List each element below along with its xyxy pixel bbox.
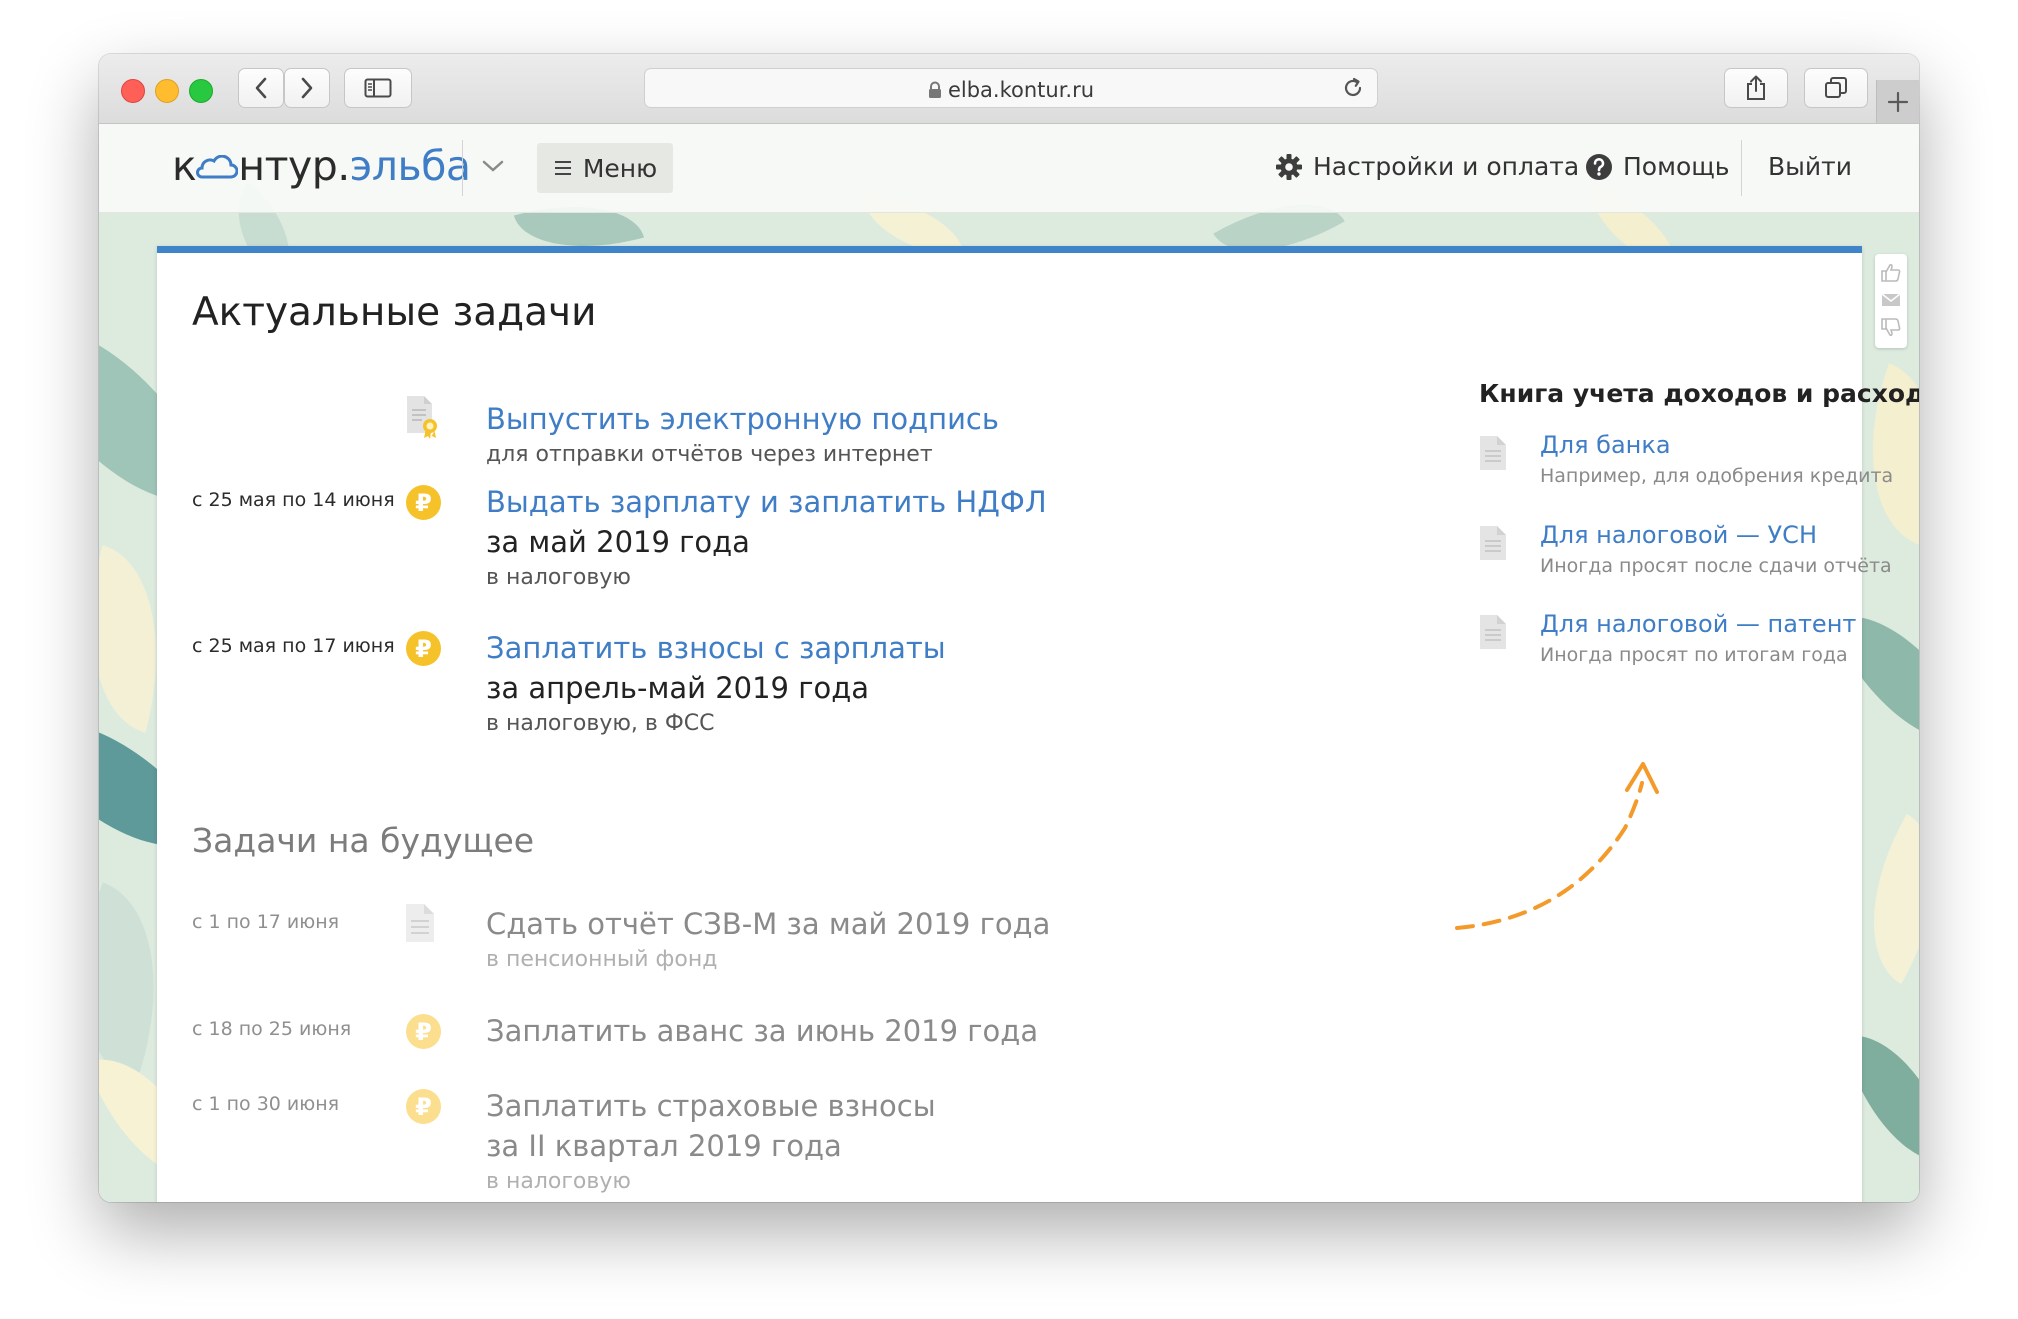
- task-date: с 18 по 25 июня: [192, 1018, 352, 1040]
- forward-button[interactable]: [284, 68, 330, 108]
- back-button[interactable]: [238, 68, 284, 108]
- hamburger-icon: [554, 161, 571, 175]
- forward-icon: [301, 77, 313, 99]
- thumbs-down-icon[interactable]: [1880, 318, 1902, 338]
- task-title: Сдать отчёт СЗВ-М за май 2019 года: [486, 907, 1051, 941]
- kontur-elba-logo[interactable]: к нтур.эльба: [172, 142, 471, 190]
- logo-text-elba: эльба: [349, 142, 471, 190]
- reload-icon[interactable]: [1341, 76, 1365, 100]
- task-title-link[interactable]: Заплатить взносы с зарплаты: [486, 631, 946, 665]
- logout-label: Выйти: [1768, 152, 1852, 181]
- document-icon: [1480, 436, 1506, 470]
- task-period: за май 2019 года: [486, 525, 750, 559]
- tasks-card: Актуальные задачи Выпустить электронную …: [157, 246, 1919, 1202]
- settings-label: Настройки и оплата: [1313, 152, 1580, 181]
- chevron-down-icon[interactable]: [480, 156, 506, 176]
- sidebar-button[interactable]: [344, 68, 412, 108]
- minimize-window-button[interactable]: [155, 79, 179, 103]
- address-url: elba.kontur.ru: [645, 78, 1377, 102]
- ruble-coin-icon: ₽: [406, 485, 441, 520]
- ruble-coin-icon: ₽: [406, 631, 441, 666]
- ledger-link-usn[interactable]: Для налоговой — УСН: [1540, 521, 1817, 549]
- address-bar[interactable]: elba.kontur.ru: [644, 68, 1378, 108]
- task-title: Заплатить аванс за июнь 2019 года: [486, 1014, 1039, 1048]
- plus-icon: [1887, 91, 1909, 112]
- cloud-logo-icon: [196, 154, 239, 179]
- current-tasks-heading: Актуальные задачи: [192, 290, 597, 335]
- menu-label: Меню: [582, 153, 658, 183]
- ruble-coin-icon: ₽: [406, 1014, 441, 1049]
- document-icon: [1480, 615, 1506, 649]
- dashed-arrow-icon: [1455, 762, 1659, 930]
- logo-text-kontur: нтур.: [238, 142, 350, 190]
- gear-icon: [1276, 153, 1302, 180]
- thumbs-up-icon[interactable]: [1880, 262, 1902, 282]
- ledger-link-bank[interactable]: Для банка: [1540, 431, 1671, 459]
- new-tab-button[interactable]: [1876, 80, 1919, 123]
- task-date: с 1 по 17 июня: [192, 911, 340, 933]
- app-header: к нтур.эльба Меню Настройки и оплата Пом…: [99, 124, 1919, 213]
- ledger-link-patent[interactable]: Для налоговой — патент: [1540, 610, 1856, 638]
- document-icon: [1480, 526, 1506, 560]
- future-tasks-heading: Задачи на будущее: [192, 821, 535, 860]
- feedback-toolbar: [1875, 254, 1907, 348]
- task-date: с 25 мая по 17 июня: [192, 635, 395, 657]
- task-subtitle: в пенсионный фонд: [486, 947, 718, 972]
- page: к нтур.эльба Меню Настройки и оплата Пом…: [99, 124, 1919, 1202]
- tabs-overview-button[interactable]: [1804, 68, 1868, 108]
- tabs-icon: [1825, 77, 1847, 98]
- sidebar-icon: [364, 78, 392, 98]
- ledger-desc: Например, для одобрения кредита: [1540, 465, 1894, 487]
- browser-toolbar: elba.kontur.ru: [99, 54, 1919, 124]
- ruble-coin-icon: ₽: [406, 1089, 441, 1124]
- task-subtitle: в налоговую: [486, 565, 631, 590]
- task-title-link[interactable]: Выдать зарплату и заплатить НДФЛ: [486, 485, 1047, 519]
- ledger-desc: Иногда просят по итогам года: [1540, 644, 1848, 666]
- help-link[interactable]: Помощь: [1585, 152, 1730, 181]
- ledger-title: Книга учета доходов и расходов: [1479, 379, 1919, 408]
- help-icon: [1586, 153, 1612, 180]
- task-date: с 25 мая по 14 июня: [192, 489, 395, 511]
- document-icon: [406, 904, 434, 942]
- task-subtitle: для отправки отчётов через интернет: [486, 442, 933, 467]
- logout-link[interactable]: Выйти: [1768, 152, 1852, 181]
- settings-link[interactable]: Настройки и оплата: [1275, 152, 1579, 181]
- task-subtitle: в налоговую: [486, 1169, 631, 1194]
- header-divider-right: [1741, 140, 1742, 196]
- url-text: elba.kontur.ru: [947, 78, 1095, 102]
- ledger-desc: Иногда просят после сдачи отчёта: [1540, 555, 1892, 577]
- lock-icon: [928, 81, 941, 98]
- task-title: Заплатить страховые взносы: [486, 1089, 936, 1123]
- certificate-icon: [407, 396, 437, 439]
- browser-window: elba.kontur.ru к нтур.эльба Меню Настрой…: [99, 54, 1919, 1202]
- task-period: за апрель-май 2019 года: [486, 671, 870, 705]
- task-title-link[interactable]: Выпустить электронную подпись: [486, 402, 999, 436]
- task-subtitle: в налоговую, в ФСС: [486, 711, 715, 736]
- share-icon: [1747, 75, 1765, 100]
- help-label: Помощь: [1623, 152, 1730, 181]
- menu-button[interactable]: Меню: [537, 143, 673, 193]
- header-divider: [462, 140, 463, 196]
- close-window-button[interactable]: [121, 79, 145, 103]
- zoom-window-button[interactable]: [189, 79, 213, 103]
- task-period: за II квартал 2019 года: [486, 1129, 842, 1163]
- share-button[interactable]: [1724, 68, 1788, 108]
- logo-text-k: к: [172, 142, 197, 190]
- mail-icon[interactable]: [1881, 293, 1901, 307]
- back-icon: [255, 77, 267, 99]
- task-date: с 1 по 30 июня: [192, 1093, 340, 1115]
